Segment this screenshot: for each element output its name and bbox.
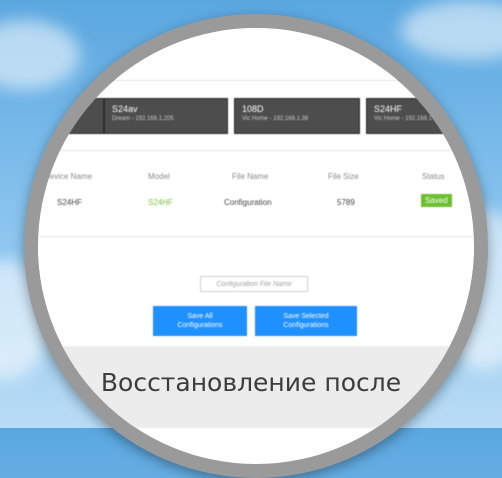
caption: Восстановление после [100,368,402,397]
device-name: S24HF [374,104,403,114]
device-tile[interactable] [40,98,104,134]
device-name: S24av [112,104,138,114]
divider [38,150,474,151]
divider [38,236,474,237]
button-label-line: Save All [187,313,213,320]
device-address: Vic Home - 192.168.1.38 [242,116,309,122]
column-header-status: Status [422,172,445,181]
cell-file-size: 5789 [337,198,355,207]
device-address: Vic Home - 192.168.1 [374,116,432,122]
device-address: Dream - 192.168.1.205 [112,116,174,122]
column-header-device-name: Device Name [44,172,93,181]
column-header-file-name: File Name [232,172,269,181]
top-panel [38,28,474,80]
save-selected-configurations-button[interactable]: Save Selected Configurations [255,306,357,336]
status-badge: Saved [421,194,452,207]
magnifier-lens: S24av Dream - 192.168.1.205 108D Vic Hom… [38,28,474,464]
divider [38,80,474,81]
button-label-line: Save Selected [283,313,329,320]
device-tile[interactable]: S24HF Vic Home - 192.168.1 [366,98,474,134]
cell-device-name: S24HF [57,198,82,207]
save-all-configurations-button[interactable]: Save All Configurations [153,306,247,336]
column-header-file-size: File Size [328,172,359,181]
config-file-name-input[interactable] [200,276,308,292]
column-header-model: Model [148,172,170,181]
device-tile[interactable]: S24av Dream - 192.168.1.205 [104,98,228,134]
cell-file-name: Configuration [224,198,272,207]
button-label-line: Configurations [177,322,223,329]
cell-model-link[interactable]: S24HF [148,198,173,207]
device-name: 108D [242,104,264,114]
button-label-line: Configurations [283,322,329,329]
device-tile[interactable]: 108D Vic Home - 192.168.1.38 [234,98,360,134]
